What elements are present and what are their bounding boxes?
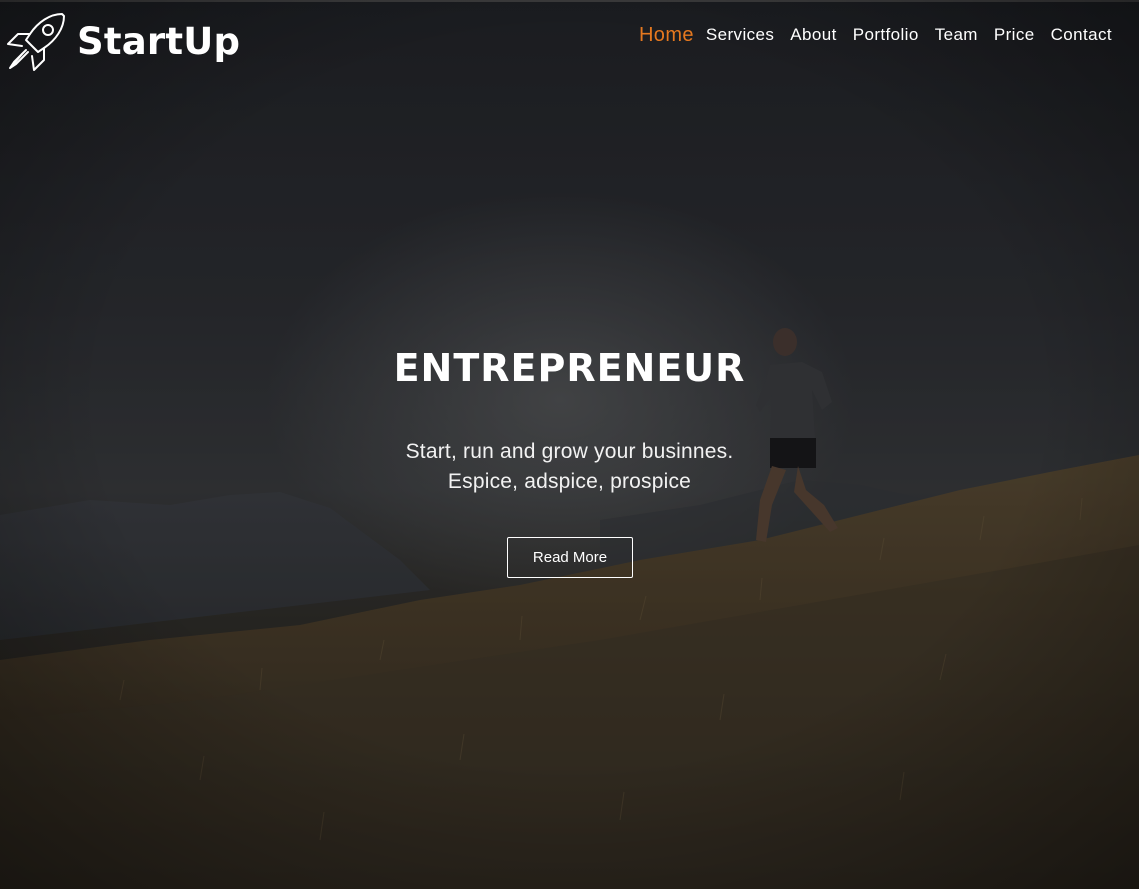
read-more-button[interactable]: Read More [507, 537, 633, 578]
hero-subtitle: Start, run and grow your businnes. Espic… [0, 437, 1139, 497]
nav-item-home[interactable]: Home [639, 18, 694, 52]
rocket-icon [7, 13, 65, 71]
brand-name: StartUp [77, 20, 241, 63]
hero-subtitle-line-1: Start, run and grow your businnes. [405, 440, 734, 463]
hero-title: ENTREPRENEUR [393, 346, 746, 390]
nav-item-portfolio[interactable]: Portfolio [853, 18, 919, 52]
hero-section: StartUp Home Services About Portfolio Te… [0, 0, 1139, 889]
site-header: StartUp Home Services About Portfolio Te… [0, 0, 1139, 84]
nav-item-services[interactable]: Services [706, 18, 774, 52]
nav-item-contact[interactable]: Contact [1051, 18, 1112, 52]
hero-subtitle-line-2: Espice, adspice, prospice [447, 470, 692, 493]
brand-logo[interactable]: StartUp [4, 10, 240, 74]
nav-item-price[interactable]: Price [994, 18, 1035, 52]
nav-item-team[interactable]: Team [935, 18, 978, 52]
main-nav: Home Services About Portfolio Team Price… [639, 18, 1112, 52]
nav-item-about[interactable]: About [790, 18, 836, 52]
